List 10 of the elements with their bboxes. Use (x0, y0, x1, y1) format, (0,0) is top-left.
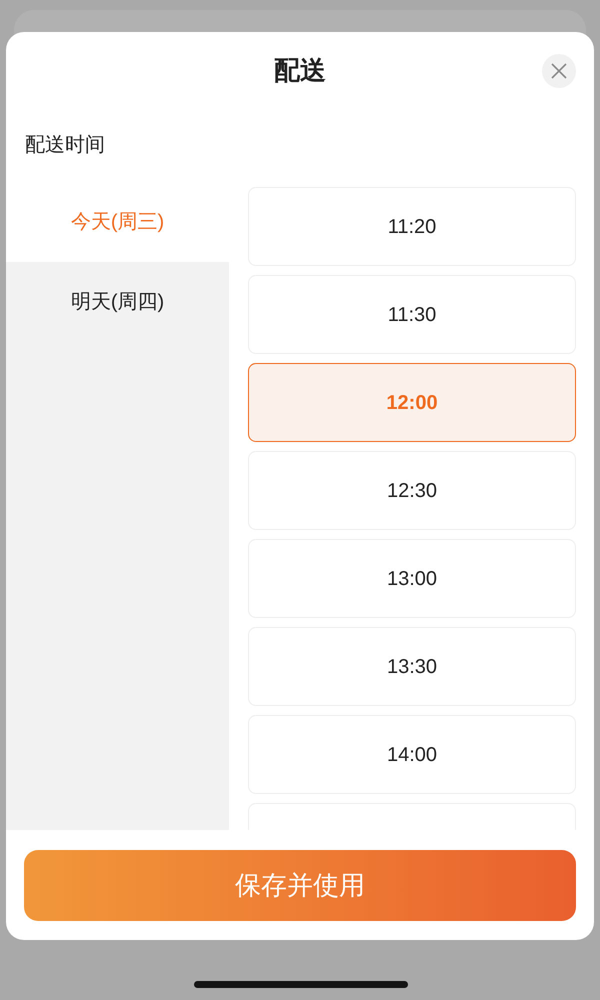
time-slot[interactable]: 11:30 (248, 275, 576, 354)
time-slot[interactable]: 12:30 (248, 451, 576, 530)
time-slot[interactable]: 11:20 (248, 187, 576, 266)
dialog-title: 配送 (274, 54, 326, 86)
close-icon (551, 63, 567, 79)
time-slot[interactable]: 13:30 (248, 627, 576, 706)
time-slot[interactable]: 14:00 (248, 715, 576, 794)
section-label: 配送时间 (25, 133, 105, 158)
close-button[interactable] (542, 54, 576, 88)
time-slot[interactable]: 13:00 (248, 539, 576, 618)
